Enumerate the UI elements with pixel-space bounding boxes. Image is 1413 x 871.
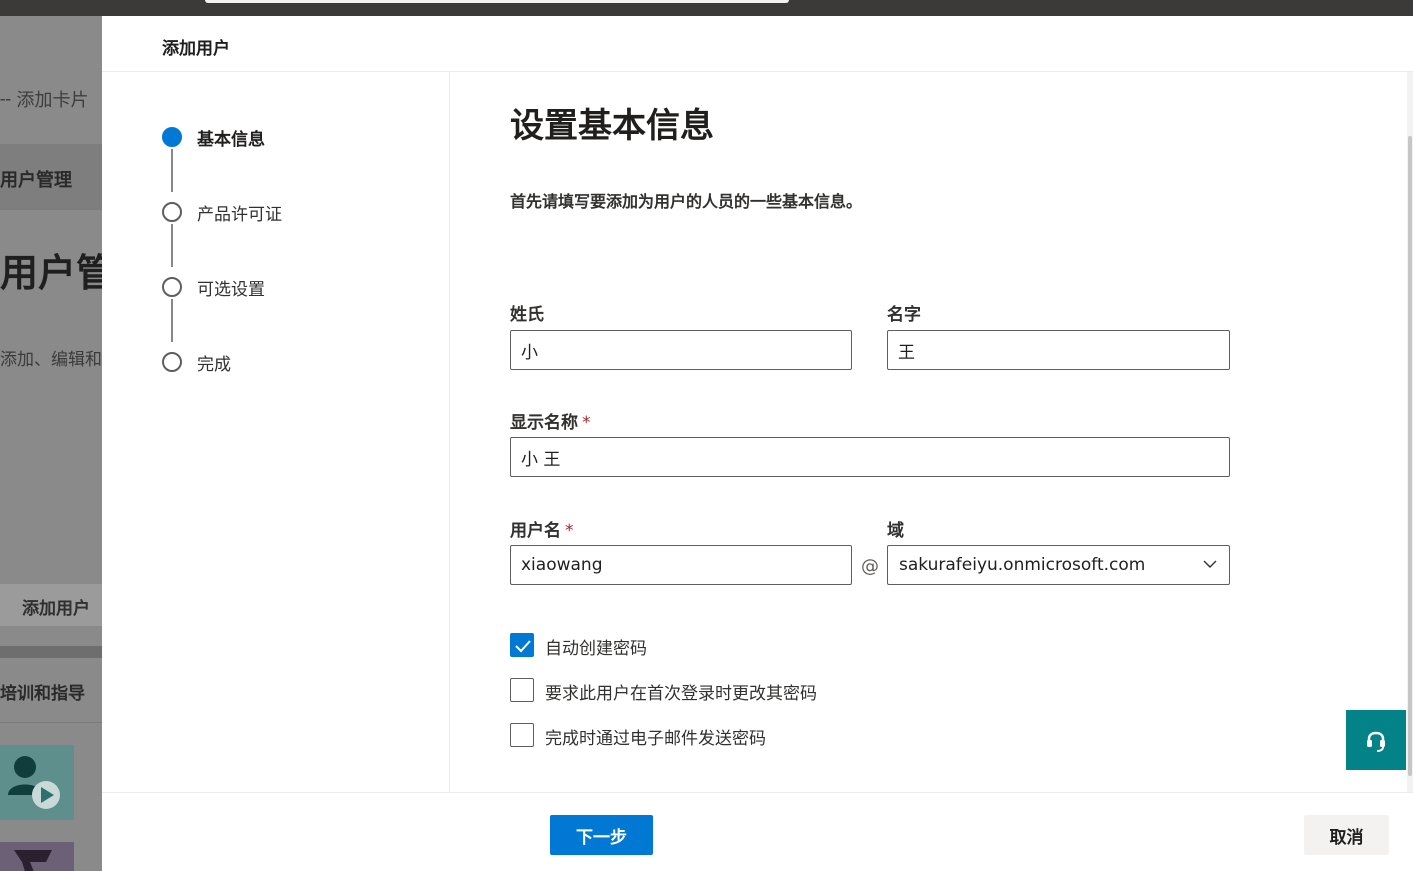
email-password-label: 完成时通过电子邮件发送密码 <box>545 729 766 749</box>
user-video-icon <box>8 756 60 809</box>
bg-video-thumbnail <box>0 745 74 820</box>
step-indicator <box>162 202 182 222</box>
email-password-checkbox[interactable] <box>510 723 534 747</box>
step-optional-settings[interactable]: 可选设置 <box>197 275 265 300</box>
step-connector <box>171 299 173 342</box>
checkmark-icon <box>515 640 531 653</box>
panel-footer: 下一步 取消 <box>102 792 1413 871</box>
last-name-input[interactable] <box>510 330 852 370</box>
first-name-label: 名字 <box>887 305 921 325</box>
bg-divider <box>0 722 102 723</box>
step-product-license[interactable]: 产品许可证 <box>197 200 282 225</box>
search-box[interactable] <box>205 0 789 3</box>
require-change-checkbox[interactable] <box>510 678 534 702</box>
require-change-label: 要求此用户在首次登录时更改其密码 <box>545 684 817 704</box>
page-title: 设置基本信息 <box>510 106 714 146</box>
wizard-steps: 基本信息 产品许可证 可选设置 完成 <box>102 72 450 792</box>
cancel-button[interactable]: 取消 <box>1304 815 1389 855</box>
next-button[interactable]: 下一步 <box>550 815 653 855</box>
headset-icon <box>1367 731 1385 752</box>
intro-text: 首先请填写要添加为用户的人员的一些基本信息。 <box>510 192 863 211</box>
bg-page-title: 用户管 <box>0 251 102 295</box>
bg-breadcrumb: 用户管理 <box>0 170 72 191</box>
panel-header: 添加用户 <box>102 16 1413 72</box>
bg-description: 添加、编辑和 <box>0 350 102 370</box>
bg-add-user-button: 添加用户 <box>0 584 102 626</box>
domain-dropdown[interactable]: sakurafeiyu.onmicrosoft.com <box>887 545 1230 585</box>
tool-icon <box>14 850 52 871</box>
required-mark: * <box>582 413 591 433</box>
bg-divider <box>0 646 102 658</box>
required-mark: * <box>565 521 574 541</box>
background-page: ╌ 添加卡片 用户管理 用户管 添加、编辑和 添加用户 培训和指导 <box>0 16 102 871</box>
auto-password-checkbox[interactable] <box>510 633 534 657</box>
add-user-panel: 添加用户 基本信息 产品许可证 可选设置 完成 设置基本信息 首先请填写要添加为… <box>102 16 1413 871</box>
domain-value: sakurafeiyu.onmicrosoft.com <box>899 555 1146 575</box>
at-sign: @ <box>861 556 879 577</box>
panel-title: 添加用户 <box>162 39 230 59</box>
domain-label: 域 <box>887 521 904 541</box>
step-indicator <box>162 352 182 372</box>
chevron-down-icon <box>1203 560 1217 568</box>
display-name-label: 显示名称 * <box>510 413 591 433</box>
first-name-input[interactable] <box>887 330 1230 370</box>
top-bar <box>0 0 1413 16</box>
step-basic-info[interactable]: 基本信息 <box>197 125 265 150</box>
help-button[interactable] <box>1346 710 1406 770</box>
step-connector <box>171 149 173 192</box>
bg-add-card: ╌ 添加卡片 <box>0 90 89 111</box>
step-indicator-active <box>162 127 182 147</box>
step-finish[interactable]: 完成 <box>197 350 231 375</box>
last-name-label: 姓氏 <box>510 305 544 325</box>
bg-video-thumbnail <box>0 842 74 871</box>
auto-password-label: 自动创建密码 <box>545 639 647 659</box>
username-label: 用户名 * <box>510 521 574 541</box>
form-content: 设置基本信息 首先请填写要添加为用户的人员的一些基本信息。 姓氏 名字 显示名称… <box>450 72 1405 792</box>
bg-training-heading: 培训和指导 <box>0 684 85 704</box>
step-connector <box>171 224 173 267</box>
username-input[interactable] <box>510 545 852 585</box>
scrollbar-thumb[interactable] <box>1408 136 1412 776</box>
display-name-input[interactable] <box>510 437 1230 477</box>
step-indicator <box>162 277 182 297</box>
